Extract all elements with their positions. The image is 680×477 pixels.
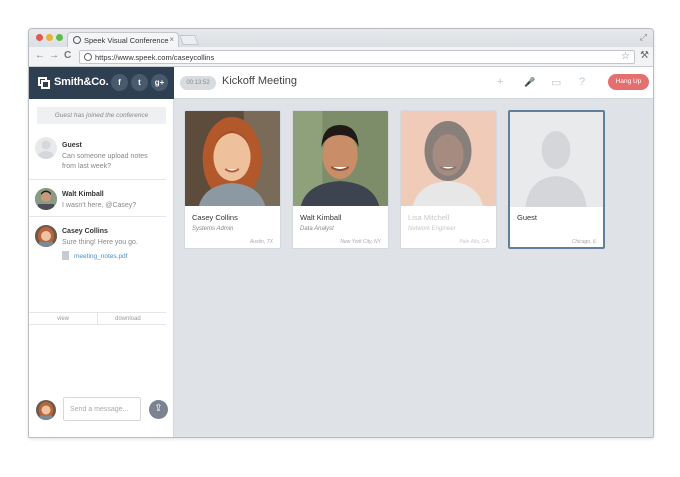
call-timer: 00:13:52 xyxy=(180,76,216,90)
chat-message: Guest Can someone upload notes from last… xyxy=(29,130,166,180)
avatar xyxy=(35,225,57,247)
fullscreen-icon[interactable]: ⤢ xyxy=(640,32,647,43)
participant-card[interactable]: Walt Kimball Data Analyst New York City,… xyxy=(292,110,389,249)
participant-name: Casey Collins xyxy=(192,213,238,222)
participant-name: Guest xyxy=(517,213,538,222)
reload-icon[interactable]: C xyxy=(64,50,71,61)
brand-name: Smith&Co. xyxy=(54,76,109,88)
message-author: Guest xyxy=(62,142,82,149)
wrench-icon[interactable]: ⚒ xyxy=(640,50,649,61)
bookmark-star-icon[interactable]: ☆ xyxy=(621,51,630,62)
participant-name: Lisa Mitchell xyxy=(408,213,450,222)
join-notice: Guest has joined the conference xyxy=(37,107,166,124)
globe-icon xyxy=(84,53,92,61)
download-file-button[interactable]: download xyxy=(115,316,141,322)
facebook-icon[interactable]: f xyxy=(111,74,128,91)
maximize-window-button[interactable] xyxy=(56,34,63,41)
chat-message: Casey Collins Sure thing! Here you go. m… xyxy=(29,218,166,312)
message-text: I wasn't here, @Casey? xyxy=(62,202,137,209)
url-text: https://www.speek.com/caseycollins xyxy=(95,53,215,62)
view-file-button[interactable]: view xyxy=(57,316,69,322)
help-icon[interactable]: ? xyxy=(579,76,585,88)
divider xyxy=(97,313,98,325)
microphone-icon[interactable]: 🎤 xyxy=(524,77,535,88)
participant-card[interactable]: Lisa Mitchell Network Engineer Palo Alto… xyxy=(400,110,497,249)
participant-title: Network Engineer xyxy=(408,226,456,232)
participant-name: Walt Kimball xyxy=(300,213,342,222)
message-author: Walt Kimball xyxy=(62,191,104,198)
forward-arrow-icon[interactable]: → xyxy=(49,50,59,61)
chat-message: Walt Kimball I wasn't here, @Casey? xyxy=(29,181,166,217)
browser-tab[interactable]: Speek Visual Conference × xyxy=(67,32,179,47)
browser-window: Speek Visual Conference × ⤢ ← → C https:… xyxy=(28,28,654,438)
tab-bar: Speek Visual Conference × ⤢ xyxy=(29,29,653,47)
tab-favicon-icon xyxy=(73,36,81,44)
chat-sidebar: Smith&Co. f t g+ Guest has joined the co… xyxy=(29,67,174,437)
message-text: Can someone upload notes from last week? xyxy=(62,153,148,170)
tab-title: Speek Visual Conference xyxy=(84,36,169,45)
participant-photo xyxy=(293,111,388,206)
participant-location: Austin, TX xyxy=(249,239,273,245)
participant-title: Data Analyst xyxy=(300,226,334,232)
browser-toolbar: ← → C https://www.speek.com/caseycollins… xyxy=(29,47,653,67)
message-input[interactable]: Send a message... xyxy=(63,397,141,421)
meeting-title: Kickoff Meeting xyxy=(222,75,298,87)
participant-photo xyxy=(401,111,496,206)
avatar xyxy=(36,400,56,420)
conference-area: 00:13:52 Kickoff Meeting + 🎤 ▭ ? Hang Up xyxy=(174,67,653,437)
send-icon[interactable]: ⇪ xyxy=(149,400,168,419)
new-tab-button[interactable] xyxy=(179,35,199,45)
participant-location: Chicago, IL xyxy=(571,239,597,245)
brand-bar: Smith&Co. f t g+ xyxy=(29,67,174,99)
attachment-link[interactable]: meeting_notes.pdf xyxy=(74,253,127,260)
logo-icon xyxy=(38,77,50,89)
add-participant-icon[interactable]: + xyxy=(497,76,503,88)
twitter-icon[interactable]: t xyxy=(131,74,148,91)
hang-up-button[interactable]: Hang Up xyxy=(608,74,649,90)
minimize-window-button[interactable] xyxy=(46,34,53,41)
participant-card[interactable]: Guest Chicago, IL xyxy=(508,110,605,249)
screen-share-icon[interactable]: ▭ xyxy=(551,76,561,89)
file-actions: view download xyxy=(29,312,166,325)
address-bar[interactable]: https://www.speek.com/caseycollins ☆ xyxy=(79,50,635,64)
avatar xyxy=(35,137,57,159)
avatar xyxy=(35,188,57,210)
back-arrow-icon[interactable]: ← xyxy=(35,50,45,61)
close-window-button[interactable] xyxy=(36,34,43,41)
guest-avatar-icon xyxy=(510,112,603,207)
meeting-header: 00:13:52 Kickoff Meeting + 🎤 ▭ ? Hang Up xyxy=(174,67,653,99)
tab-close-icon[interactable]: × xyxy=(169,35,174,44)
participant-title: Systems Admin xyxy=(192,226,234,232)
participant-location: New York City, NY xyxy=(340,239,381,245)
participant-location: Palo Alto, CA xyxy=(459,239,489,245)
file-icon xyxy=(62,251,69,260)
message-text: Sure thing! Here you go. xyxy=(62,239,138,246)
participant-card[interactable]: Casey Collins Systems Admin Austin, TX xyxy=(184,110,281,249)
message-author: Casey Collins xyxy=(62,228,108,235)
google-plus-icon[interactable]: g+ xyxy=(151,74,168,91)
participant-photo xyxy=(185,111,280,206)
